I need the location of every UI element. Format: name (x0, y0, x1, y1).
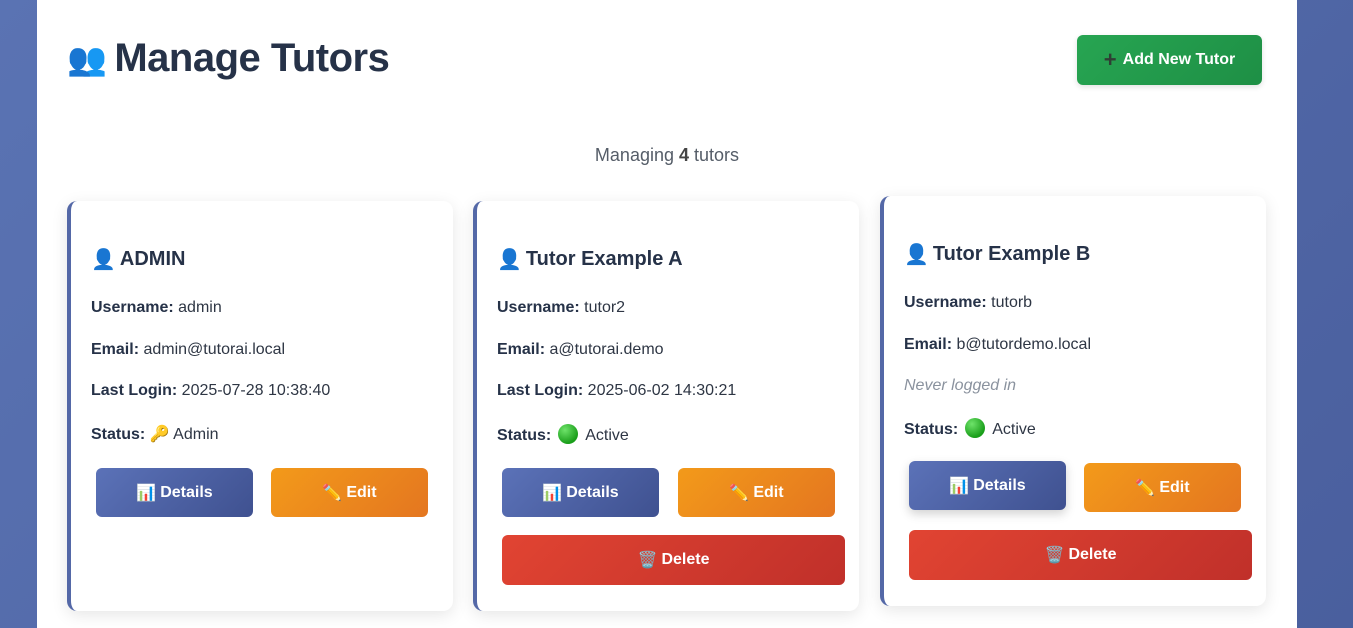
green-circle-icon (964, 418, 985, 438)
tutor-name: 👤 Tutor Example B (904, 243, 1091, 266)
details-button[interactable]: 📊 Details (96, 468, 253, 517)
tutor-card-example-a: 👤 Tutor Example A Username: tutor2 Email… (473, 201, 859, 611)
status-row: Status: Active (497, 424, 629, 445)
username-row: Username: admin (91, 299, 222, 316)
user-icon: 👤 (91, 249, 116, 271)
edit-button[interactable]: ✏️ Edit (678, 468, 835, 517)
details-button[interactable]: 📊 Details (909, 461, 1066, 510)
email-row: Email: a@tutorai.demo (497, 341, 664, 358)
bar-chart-icon: 📊 (542, 484, 563, 502)
last-login-row: Last Login: 2025-07-28 10:38:40 (91, 382, 331, 399)
details-button[interactable]: 📊 Details (502, 468, 659, 517)
email-row: Email: b@tutordemo.local (904, 336, 1091, 353)
bar-chart-icon: 📊 (949, 477, 970, 495)
pencil-icon: ✏️ (322, 484, 343, 502)
never-logged-in-text: Never logged in (904, 377, 1017, 394)
edit-button[interactable]: ✏️ Edit (271, 468, 428, 517)
status-row: Status: Active (904, 418, 1036, 439)
plus-icon: + (1103, 47, 1117, 72)
pencil-icon: ✏️ (729, 484, 750, 502)
email-row: Email: admin@tutorai.local (91, 341, 286, 358)
status-row: Status: 🔑 Admin (91, 426, 219, 443)
delete-button[interactable]: 🗑️ Delete (502, 535, 845, 585)
tutor-count-summary: Managing 4 tutors (594, 145, 740, 165)
username-row: Username: tutor2 (497, 299, 626, 316)
tutor-name: 👤 Tutor Example A (497, 248, 683, 271)
people-icon: 👥 (67, 40, 107, 77)
green-circle-icon (557, 424, 578, 444)
add-new-tutor-label: Add New Tutor (1122, 51, 1236, 68)
last-login-row: Last Login: 2025-06-02 14:30:21 (497, 382, 737, 399)
username-row: Username: tutorb (904, 294, 1033, 311)
tutor-name: 👤 ADMIN (91, 248, 186, 271)
add-new-tutor-button[interactable]: + Add New Tutor (1077, 35, 1262, 85)
trash-icon: 🗑️ (637, 552, 658, 569)
pencil-icon: ✏️ (1135, 479, 1156, 497)
tutor-count: 4 (679, 145, 690, 165)
key-icon: 🔑 (149, 426, 170, 443)
trash-icon: 🗑️ (1044, 547, 1065, 564)
tutor-card-example-b: 👤 Tutor Example B Username: tutorb Email… (880, 196, 1266, 606)
user-icon: 👤 (497, 249, 522, 271)
page-title: 👥 Manage Tutors (67, 36, 390, 81)
delete-button[interactable]: 🗑️ Delete (909, 530, 1252, 580)
tutor-card-admin: 👤 ADMIN Username: admin Email: admin@tut… (67, 201, 453, 611)
edit-button[interactable]: ✏️ Edit (1084, 463, 1241, 512)
main-panel: 👥 Manage Tutors + Add New Tutor Managing… (37, 0, 1297, 628)
bar-chart-icon: 📊 (136, 484, 157, 502)
page-title-text: Manage Tutors (114, 36, 390, 80)
user-icon: 👤 (904, 244, 929, 266)
